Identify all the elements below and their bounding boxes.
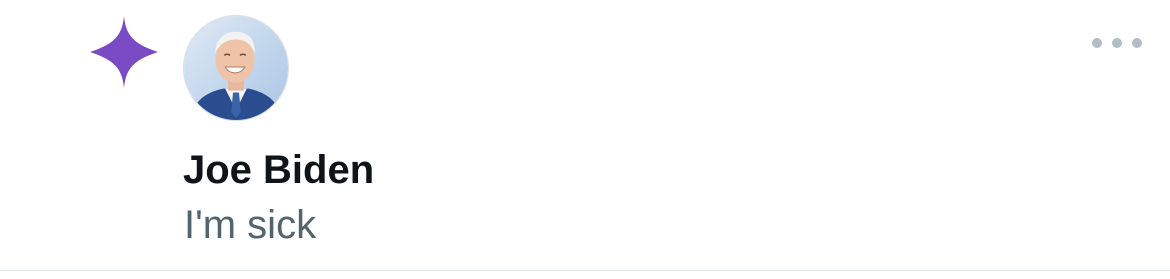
notification-item[interactable]: Joe Biden I'm sick [0, 0, 1170, 271]
sparkle-icon [90, 16, 158, 88]
dot-icon [1092, 38, 1102, 48]
message-text: I'm sick [184, 203, 317, 247]
dot-icon [1132, 38, 1142, 48]
avatar-photo [184, 16, 288, 120]
more-options-icon[interactable] [1092, 30, 1142, 56]
dot-icon [1112, 38, 1122, 48]
author-name[interactable]: Joe Biden [183, 148, 374, 193]
avatar[interactable] [183, 15, 289, 121]
